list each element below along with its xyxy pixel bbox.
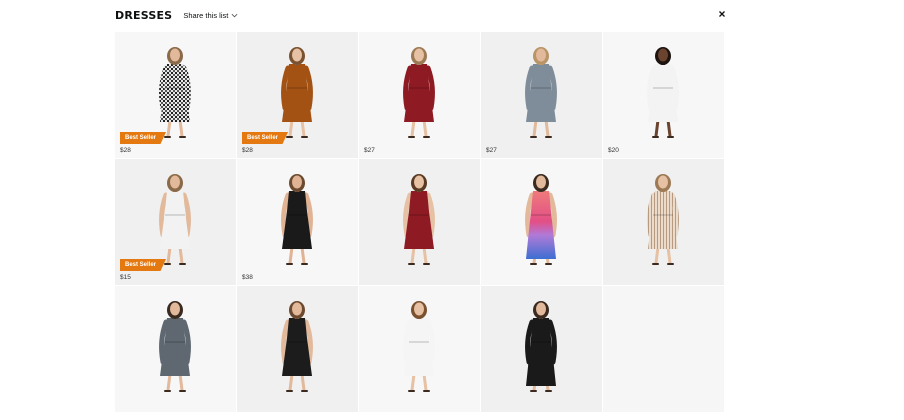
model-legs — [410, 372, 428, 392]
product-card[interactable] — [237, 286, 358, 412]
dress-waist — [409, 341, 429, 343]
product-card[interactable] — [115, 286, 236, 412]
product-price: $20 — [608, 147, 619, 154]
product-image — [159, 301, 191, 392]
product-card[interactable]: $38 — [237, 159, 358, 285]
product-price: $28 — [120, 147, 131, 154]
dress-waist — [287, 214, 307, 216]
model-face — [414, 48, 424, 62]
product-card[interactable]: $20 — [603, 32, 724, 158]
model-face — [170, 302, 180, 316]
model-legs — [166, 245, 184, 265]
empty-slot — [603, 286, 724, 412]
product-image — [281, 174, 313, 265]
model-face — [292, 175, 302, 189]
dress-waist — [653, 214, 673, 216]
product-image — [525, 301, 557, 392]
model-face — [170, 48, 180, 62]
model-legs — [410, 118, 428, 138]
model-face — [536, 48, 546, 62]
model-face — [292, 302, 302, 316]
product-card[interactable]: $27 — [359, 32, 480, 158]
product-card[interactable]: $27 — [481, 32, 602, 158]
product-image — [403, 301, 435, 392]
model-legs — [532, 118, 550, 138]
product-price: $15 — [120, 274, 131, 281]
model-face — [658, 48, 668, 62]
dress-waist — [165, 87, 185, 89]
share-list-button[interactable]: Share this list — [183, 11, 238, 20]
product-grid: Best Seller $28 Best Seller $28 $27 $27 $20 Bes… — [115, 32, 724, 412]
product-card[interactable] — [481, 286, 602, 412]
product-card[interactable] — [603, 159, 724, 285]
list-header: DRESSES Share this list — [115, 8, 238, 22]
dress-waist — [165, 341, 185, 343]
best-seller-badge: Best Seller — [120, 259, 167, 271]
product-card[interactable] — [359, 159, 480, 285]
product-price: $27 — [364, 147, 375, 154]
dress-waist — [531, 214, 551, 216]
dress-waist — [531, 341, 551, 343]
model-legs — [166, 118, 184, 138]
model-legs — [166, 372, 184, 392]
product-image — [647, 174, 679, 265]
model-face — [414, 175, 424, 189]
model-legs — [410, 245, 428, 265]
model-legs — [654, 118, 672, 138]
best-seller-badge: Best Seller — [242, 132, 289, 144]
dress-waist — [409, 87, 429, 89]
product-card[interactable] — [359, 286, 480, 412]
product-image — [281, 301, 313, 392]
dress-waist — [409, 214, 429, 216]
model-legs — [288, 372, 306, 392]
model-face — [414, 302, 424, 316]
model-legs — [288, 118, 306, 138]
product-image — [525, 174, 557, 265]
product-card[interactable] — [481, 159, 602, 285]
dress-waist — [165, 214, 185, 216]
model-face — [536, 302, 546, 316]
product-price: $28 — [242, 147, 253, 154]
model-face — [170, 175, 180, 189]
best-seller-badge: Best Seller — [120, 132, 167, 144]
dress-waist — [287, 87, 307, 89]
model-legs — [288, 245, 306, 265]
list-title: DRESSES — [115, 8, 173, 22]
dress-waist — [287, 341, 307, 343]
product-card[interactable]: Best Seller $28 — [115, 32, 236, 158]
model-face — [536, 175, 546, 189]
product-card[interactable]: Best Seller $28 — [237, 32, 358, 158]
product-image — [525, 47, 557, 138]
product-image — [403, 47, 435, 138]
model-face — [292, 48, 302, 62]
close-icon[interactable] — [717, 9, 727, 19]
dress-waist — [653, 87, 673, 89]
product-image — [647, 47, 679, 138]
share-list-label: Share this list — [183, 10, 229, 20]
model-legs — [654, 245, 672, 265]
product-card[interactable]: Best Seller $15 — [115, 159, 236, 285]
product-price: $27 — [486, 147, 497, 154]
product-image — [403, 174, 435, 265]
model-face — [658, 175, 668, 189]
chevron-down-icon — [231, 13, 238, 17]
product-price: $38 — [242, 274, 253, 281]
dress-waist — [531, 87, 551, 89]
